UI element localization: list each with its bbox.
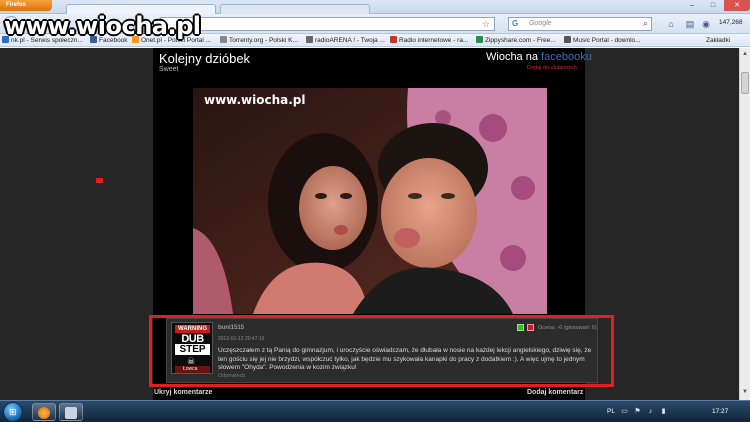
- taskbar: ⊞ PL ▭ ⚑ ♪ ▮ 17:27: [0, 400, 750, 422]
- facebook-link[interactable]: Wiocha na facebooku: [486, 51, 592, 63]
- bookmark-favicon-icon: [306, 36, 313, 43]
- highlight-frame: [149, 315, 614, 387]
- clock[interactable]: 17:27: [712, 408, 728, 415]
- volume-icon[interactable]: ♪: [646, 407, 655, 416]
- tab[interactable]: [220, 4, 370, 14]
- bookmark-item[interactable]: Torrenty.org - Polski K...: [220, 36, 298, 45]
- search-icon[interactable]: ⌕: [643, 18, 648, 29]
- photo-watermark: www.wiocha.pl: [204, 93, 306, 107]
- scroll-down-icon[interactable]: ▼: [741, 388, 749, 396]
- google-icon: G: [512, 19, 519, 28]
- signal-icon[interactable]: ▮: [659, 407, 668, 416]
- home-icon[interactable]: ⌂: [665, 18, 677, 30]
- firefox-menu-button[interactable]: Firefox: [0, 0, 52, 11]
- addon-icon[interactable]: ◉: [700, 18, 712, 30]
- bookmark-favicon-icon: [476, 36, 483, 43]
- add-comment-link[interactable]: Dodaj komentarz: [527, 389, 583, 396]
- bookmark-favicon-icon: [220, 36, 227, 43]
- minimize-button[interactable]: –: [682, 0, 702, 11]
- taskbar-explorer-button[interactable]: [59, 403, 83, 421]
- facebook-word: facebooku: [541, 51, 592, 63]
- flag-icon[interactable]: ⚑: [633, 407, 642, 416]
- bookmark-favicon-icon: [390, 36, 397, 43]
- close-button[interactable]: ✕: [724, 0, 750, 11]
- bookmarks-overflow-button[interactable]: Zakładki: [706, 36, 730, 45]
- photo-illustration: [193, 88, 547, 314]
- windows-logo-icon: ⊞: [9, 407, 17, 417]
- language-indicator[interactable]: PL: [607, 408, 615, 415]
- bookmark-star-icon[interactable]: ☆: [482, 19, 490, 30]
- search-placeholder: Google: [529, 20, 552, 27]
- url-bar[interactable]: ☆: [160, 17, 495, 31]
- add-to-favorites-link[interactable]: Dodaj do ulubionych: [527, 65, 577, 71]
- addon-counter: 147,268: [719, 19, 743, 26]
- start-button[interactable]: ⊞: [3, 402, 23, 422]
- taskbar-firefox-button[interactable]: [32, 403, 56, 421]
- scrollbar-thumb[interactable]: [741, 72, 749, 94]
- scroll-up-icon[interactable]: ▲: [741, 50, 749, 58]
- search-box[interactable]: G Google ⌕: [508, 17, 652, 31]
- page-scrollbar[interactable]: ▲ ▼: [739, 48, 750, 400]
- post-photo[interactable]: [193, 88, 547, 314]
- bookmark-item[interactable]: Music Portal - downlo...: [564, 36, 641, 45]
- post-subtitle: Sweet: [159, 66, 179, 73]
- bookmark-favicon-icon: [564, 36, 571, 43]
- firefox-icon: [38, 407, 50, 419]
- bookmark-item[interactable]: Zippyshare.com - Free...: [476, 36, 556, 45]
- page-title: Kolejny dzióbek: [159, 51, 251, 66]
- bookmark-item[interactable]: radioARENA ! - Twoja ...: [306, 36, 385, 45]
- screen: Firefox – □ ✕ ◀ ☆ G Google ⌕ ⌂ ▤ ◉ 147,2…: [0, 0, 750, 422]
- maximize-button[interactable]: □: [703, 0, 723, 11]
- bookmarks-icon[interactable]: ▤: [684, 18, 696, 30]
- facebook-prefix: Wiocha na: [486, 51, 538, 63]
- hide-comments-link[interactable]: Ukryj komentarze: [154, 389, 212, 396]
- bookmark-item[interactable]: Radio internetowe - ra...: [390, 36, 468, 45]
- decorative-marker: [96, 178, 103, 183]
- site-logo: www.wiocha.pl: [4, 12, 201, 40]
- folder-icon: [65, 407, 77, 419]
- network-icon[interactable]: ▭: [620, 407, 629, 416]
